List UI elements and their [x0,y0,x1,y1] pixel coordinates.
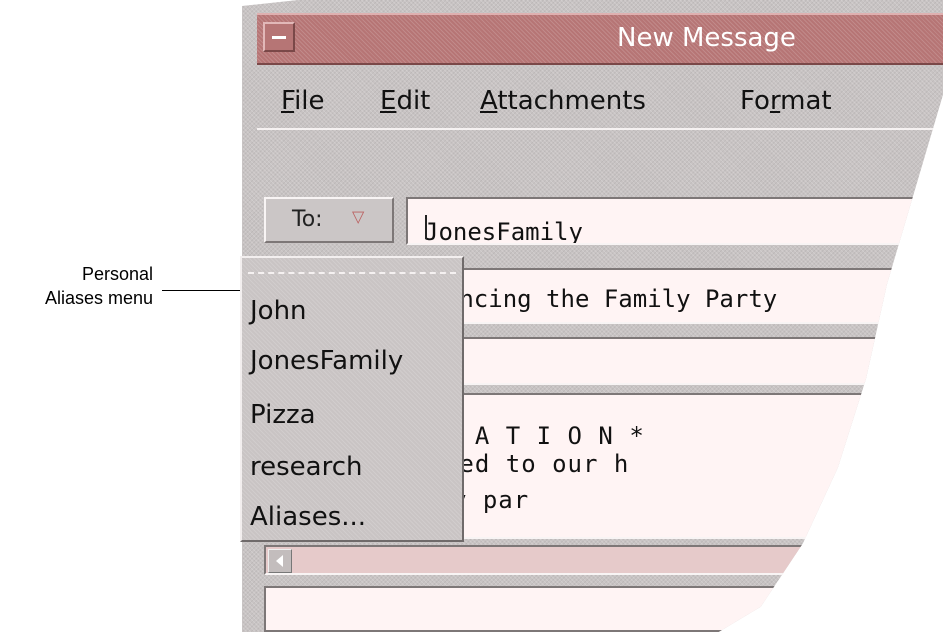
callout-pointer-line [162,290,246,291]
dropdown-arrow-icon: ▽ [352,207,365,226]
menu-tearoff-line[interactable] [248,272,456,274]
personal-aliases-menu: John JonesFamily Pizza research Aliases.… [240,256,464,542]
scroll-left-arrow-icon[interactable] [268,549,292,573]
menu-bar: File Edit Attachments Format [257,64,943,130]
callout-line-1: Personal [81,264,153,284]
menu-format-mnemonic: r [769,86,781,116]
horizontal-scrollbar[interactable] [264,545,943,575]
toolbar-strip [257,136,943,174]
alias-item-john[interactable]: John [250,294,307,328]
title-bar[interactable]: New Message [257,13,943,65]
subject-value: nouncing the Family Party [416,285,778,313]
to-field[interactable]: JonesFamily [406,197,926,245]
alias-item-research[interactable]: research [250,450,362,484]
menu-file-mnemonic: F [281,86,295,116]
menu-attachments[interactable]: Attachments [480,84,646,118]
to-label: To: [292,207,323,232]
callout-label: Personal Aliases menu [45,262,153,310]
subject-field[interactable]: nouncing the Family Party [406,268,926,324]
alias-item-aliases[interactable]: Aliases... [250,500,366,534]
menu-file[interactable]: File [281,84,325,118]
menu-edit[interactable]: Edit [380,84,430,118]
text-cursor [425,215,427,239]
menu-edit-mnemonic: E [380,86,397,116]
to-button[interactable]: To: ▽ [264,197,394,243]
menu-attachments-mnemonic: A [480,86,498,116]
window-title: New Message [617,23,796,53]
alias-item-pizza[interactable]: Pizza [250,398,316,432]
menu-format[interactable]: Format [740,84,832,118]
to-value: JonesFamily [424,218,583,245]
window-menu-button[interactable] [263,22,295,52]
alias-item-jonesfamily[interactable]: JonesFamily [250,344,403,378]
status-field [264,586,943,632]
callout-line-2: Aliases menu [44,288,153,308]
cc-field[interactable] [406,337,926,385]
